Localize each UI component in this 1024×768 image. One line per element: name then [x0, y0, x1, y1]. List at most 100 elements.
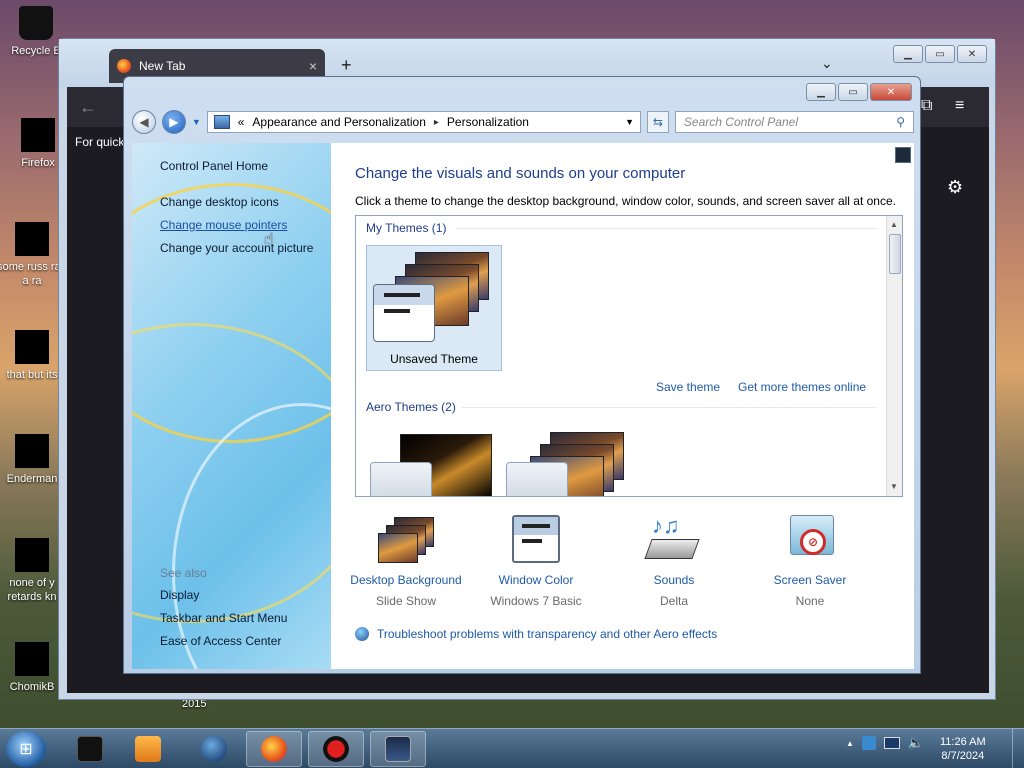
- recent-pages-chevron-icon[interactable]: ▼: [192, 117, 201, 127]
- tray-expand-icon[interactable]: ▲: [846, 739, 854, 748]
- aero-theme-tile[interactable]: [506, 430, 628, 496]
- taskbar-item-firefox[interactable]: [246, 731, 302, 767]
- ease-of-access-link[interactable]: Ease of Access Center: [160, 634, 281, 648]
- theme-window-preview: [506, 462, 568, 496]
- icon-part: [522, 524, 550, 528]
- option-title: Window Color: [498, 573, 574, 587]
- system-tray: ▲ 🔈: [846, 735, 924, 751]
- address-dropdown-icon[interactable]: ▼: [625, 117, 634, 127]
- scroll-thumb[interactable]: [889, 234, 901, 274]
- keyboard-icon: [644, 539, 700, 559]
- address-field[interactable]: « Appearance and Personalization ▸ Perso…: [206, 111, 641, 133]
- menu-icon[interactable]: ≡: [955, 97, 964, 115]
- maximize-button[interactable]: ▭: [925, 45, 955, 63]
- theme-window-preview: [373, 284, 435, 342]
- unsaved-theme-tile[interactable]: Unsaved Theme: [366, 245, 502, 371]
- icon-part: [522, 539, 542, 543]
- my-themes-group-title: My Themes (1): [366, 221, 447, 235]
- clock-time: 11:26 AM: [940, 736, 986, 748]
- no-entry-icon: ⊘: [800, 529, 826, 555]
- taskbar-item-globe[interactable]: [186, 731, 242, 767]
- network-icon[interactable]: [883, 737, 900, 749]
- see-also-title: See also: [160, 566, 207, 580]
- back-arrow-icon[interactable]: ←: [79, 97, 97, 118]
- save-theme-link[interactable]: Save theme: [656, 380, 720, 394]
- display-link[interactable]: Display: [160, 588, 199, 602]
- sounds-option[interactable]: ♪♫ Sounds Delta: [609, 513, 739, 608]
- preview-bar: [384, 293, 420, 297]
- troubleshoot-link[interactable]: Troubleshoot problems with transparency …: [355, 627, 717, 641]
- window-color-icon: [506, 513, 566, 567]
- main-content: Change the visuals and sounds on your co…: [331, 143, 914, 669]
- option-subtitle: Slide Show: [375, 594, 437, 608]
- change-desktop-icons-link[interactable]: Change desktop icons: [160, 195, 279, 209]
- file-icon: [15, 330, 49, 364]
- scroll-up-icon[interactable]: ▲: [890, 220, 898, 229]
- taskbar-item-media-player[interactable]: [120, 731, 176, 767]
- help-icon[interactable]: [895, 147, 911, 163]
- preview-bar: [384, 309, 410, 313]
- maximize-button[interactable]: ▭: [838, 83, 868, 101]
- tab-close-icon[interactable]: ×: [309, 58, 317, 74]
- breadcrumb-item[interactable]: Personalization: [447, 115, 617, 129]
- breadcrumb-separator-icon[interactable]: ▸: [434, 117, 439, 128]
- search-icon[interactable]: ⚲: [896, 115, 905, 129]
- change-account-picture-link[interactable]: Change your account picture: [160, 241, 313, 255]
- taskbar-item-terminal[interactable]: [62, 731, 118, 767]
- file-icon: [15, 642, 49, 676]
- list-all-tabs-button[interactable]: ⌄: [821, 55, 833, 72]
- firefox-icon: [21, 118, 55, 152]
- flag-icon[interactable]: [861, 736, 876, 750]
- get-more-themes-link[interactable]: Get more themes online: [738, 380, 866, 394]
- taskbar-start-menu-link[interactable]: Taskbar and Start Menu: [160, 611, 287, 625]
- aero-theme-tile[interactable]: [370, 430, 492, 496]
- record-icon: [323, 736, 349, 762]
- refresh-button[interactable]: ⇆: [647, 111, 669, 133]
- breadcrumb-overflow[interactable]: «: [238, 115, 245, 129]
- back-button[interactable]: ◀: [132, 110, 156, 134]
- address-bar: ◀ ▶ ▼ « Appearance and Personalization ▸…: [132, 107, 914, 137]
- recycle-bin-icon: [19, 6, 53, 40]
- forward-button[interactable]: ▶: [161, 110, 186, 134]
- divider: [462, 407, 876, 408]
- file-icon: [15, 222, 49, 256]
- globe-icon: [201, 736, 227, 762]
- clock-date: 8/7/2024: [941, 750, 985, 762]
- icon-part: [512, 515, 560, 563]
- search-input[interactable]: Search Control Panel ⚲: [674, 111, 914, 133]
- taskbar-item-control-panel[interactable]: [370, 731, 426, 767]
- icon-part: [378, 533, 418, 563]
- cp-body: Control Panel Home Change desktop icons …: [132, 143, 914, 669]
- control-panel-home-link[interactable]: Control Panel Home: [160, 159, 268, 173]
- firefox-icon: [117, 59, 131, 73]
- option-title: Sounds: [653, 573, 695, 587]
- taskbar-item-recorder[interactable]: [308, 731, 364, 767]
- unsaved-theme-label: Unsaved Theme: [390, 352, 478, 366]
- quick-links-text: For quick: [75, 135, 125, 149]
- media-player-icon: [135, 736, 161, 762]
- screen-saver-option[interactable]: ⊘ Screen Saver None: [745, 513, 875, 608]
- close-button[interactable]: ✕: [957, 45, 987, 63]
- sidebar: Control Panel Home Change desktop icons …: [132, 143, 331, 669]
- page-description: Click a theme to change the desktop back…: [355, 194, 896, 208]
- clock[interactable]: 11:26 AM 8/7/2024: [940, 735, 986, 763]
- desktop-background-option[interactable]: Desktop Background Slide Show: [341, 513, 471, 608]
- start-button[interactable]: ⊞: [6, 731, 46, 767]
- scroll-down-icon[interactable]: ▼: [890, 482, 898, 491]
- minimize-button[interactable]: ▁: [806, 83, 836, 101]
- volume-icon[interactable]: 🔈: [908, 735, 924, 751]
- themes-list[interactable]: My Themes (1) Unsaved Theme Save theme G…: [355, 215, 903, 497]
- breadcrumb-item[interactable]: Appearance and Personalization: [252, 115, 425, 129]
- control-panel-icon: [213, 115, 230, 129]
- extensions-icon[interactable]: ⧉: [921, 97, 932, 115]
- minimize-button[interactable]: ▁: [893, 45, 923, 63]
- window-color-option[interactable]: Window Color Windows 7 Basic: [471, 513, 601, 608]
- close-button[interactable]: ✕: [870, 83, 912, 101]
- control-panel-window: ▁ ▭ ✕ ◀ ▶ ▼ « Appearance and Personaliza…: [123, 76, 921, 674]
- new-tab-button[interactable]: +: [341, 55, 352, 76]
- sounds-icon: ♪♫: [644, 513, 704, 567]
- themes-scrollbar[interactable]: ▲ ▼: [886, 216, 902, 496]
- gear-icon[interactable]: ⚙: [947, 177, 963, 198]
- option-subtitle: Delta: [659, 594, 688, 608]
- show-desktop-button[interactable]: [1012, 729, 1024, 768]
